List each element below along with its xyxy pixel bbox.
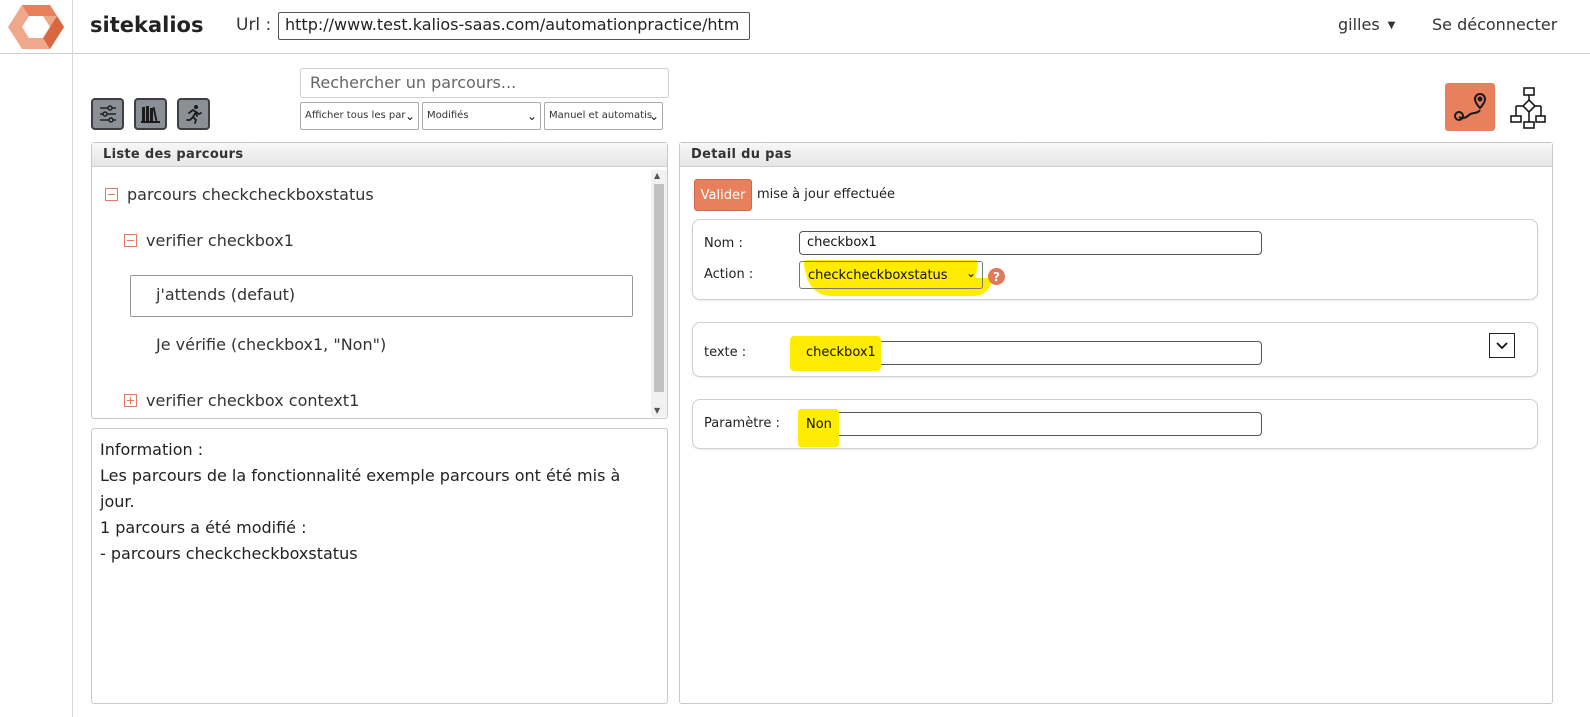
tree-item-parcours[interactable]: parcours checkcheckboxstatus — [105, 185, 374, 204]
parametre-value: Non — [806, 417, 832, 432]
list-scrollbar[interactable]: ▲ ▼ — [651, 170, 667, 417]
nom-input[interactable]: checkbox1 — [799, 231, 1262, 255]
caret-down-icon: ▼ — [1387, 20, 1396, 31]
action-label: Action : — [704, 267, 754, 282]
brand-name: sitekalios — [90, 13, 204, 37]
filter-mode-value: Manuel et automatis — [549, 110, 653, 121]
list-panel-title: Liste des parcours — [92, 143, 667, 167]
info-line: Information : — [100, 440, 204, 459]
chevron-down-icon: ⌄ — [404, 109, 415, 123]
tree-item-scenario[interactable]: verifier checkbox1 — [124, 231, 294, 250]
parametre-label: Paramètre : — [704, 416, 780, 431]
logout-link[interactable]: Se déconnecter — [1432, 15, 1557, 34]
collapse-toggle-icon[interactable] — [124, 234, 137, 247]
chevron-down-icon — [1496, 341, 1508, 349]
user-menu[interactable]: gilles ▼ — [1338, 15, 1395, 34]
info-text: Information : Les parcours de la fonctio… — [100, 437, 660, 567]
filter-status-value: Modifiés — [427, 110, 469, 121]
collapse-toggle-icon[interactable] — [105, 188, 118, 201]
info-line: Les parcours de la fonctionnalité exempl… — [100, 466, 621, 485]
runner-icon — [185, 105, 202, 124]
chevron-down-icon: ⌄ — [648, 109, 659, 123]
tree-item-scenario-collapsed[interactable]: verifier checkbox context1 — [124, 391, 359, 410]
settings-sliders-icon — [99, 105, 116, 123]
tree-step-wait[interactable]: j'attends (defaut) — [156, 285, 295, 304]
filter-display-select[interactable]: Afficher tous les par ⌄ — [300, 102, 419, 130]
texte-label: texte : — [704, 345, 747, 360]
scroll-up-icon[interactable]: ▲ — [654, 171, 660, 180]
help-icon[interactable]: ? — [988, 268, 1005, 285]
logo-icon — [8, 5, 64, 49]
tree-item-label: parcours checkcheckboxstatus — [127, 185, 374, 204]
flowchart-view-button[interactable] — [1510, 86, 1546, 130]
texte-value: checkbox1 — [806, 345, 876, 360]
validate-button[interactable]: Valider — [694, 179, 752, 211]
user-name: gilles — [1338, 15, 1380, 34]
url-input[interactable]: http://www.test.kalios-saas.com/automati… — [278, 12, 750, 40]
url-label: Url : — [236, 15, 272, 35]
flowchart-icon — [1510, 87, 1546, 129]
settings-button[interactable] — [91, 98, 124, 130]
detail-panel-title: Detail du pas — [680, 143, 1552, 167]
library-icon — [140, 106, 160, 123]
expand-toggle-icon[interactable] — [124, 394, 137, 407]
top-bar: sitekalios Url : http://www.test.kalios-… — [0, 0, 1590, 54]
parametre-input[interactable] — [799, 412, 1262, 436]
tree-item-label: verifier checkbox context1 — [146, 391, 360, 410]
filter-display-value: Afficher tous les par — [305, 110, 406, 121]
scroll-thumb[interactable] — [654, 184, 664, 392]
left-gutter — [0, 54, 73, 717]
chevron-down-icon: ⌄ — [966, 266, 977, 280]
info-line: jour. — [100, 492, 135, 511]
status-message: mise à jour effectuée — [757, 187, 895, 202]
scroll-down-icon[interactable]: ▼ — [654, 406, 660, 415]
logo-cell[interactable] — [0, 0, 73, 54]
tree-item-label: verifier checkbox1 — [146, 231, 294, 250]
info-line: - parcours checkcheckboxstatus — [100, 544, 358, 563]
tree-step-verify[interactable]: Je vérifie (checkbox1, "Non") — [156, 335, 386, 354]
action-value: checkcheckboxstatus — [808, 268, 948, 283]
nom-label: Nom : — [704, 236, 743, 251]
search-input[interactable]: Rechercher un parcours... — [300, 68, 669, 98]
filter-mode-select[interactable]: Manuel et automatis ⌄ — [544, 102, 663, 130]
info-line: 1 parcours a été modifié : — [100, 518, 307, 537]
route-view-button[interactable] — [1445, 83, 1495, 131]
texte-dropdown-button[interactable] — [1489, 333, 1515, 358]
route-map-icon — [1454, 92, 1487, 121]
library-button[interactable] — [134, 98, 167, 130]
chevron-down-icon: ⌄ — [526, 109, 537, 123]
run-button[interactable] — [177, 98, 210, 130]
filter-status-select[interactable]: Modifiés ⌄ — [422, 102, 541, 130]
